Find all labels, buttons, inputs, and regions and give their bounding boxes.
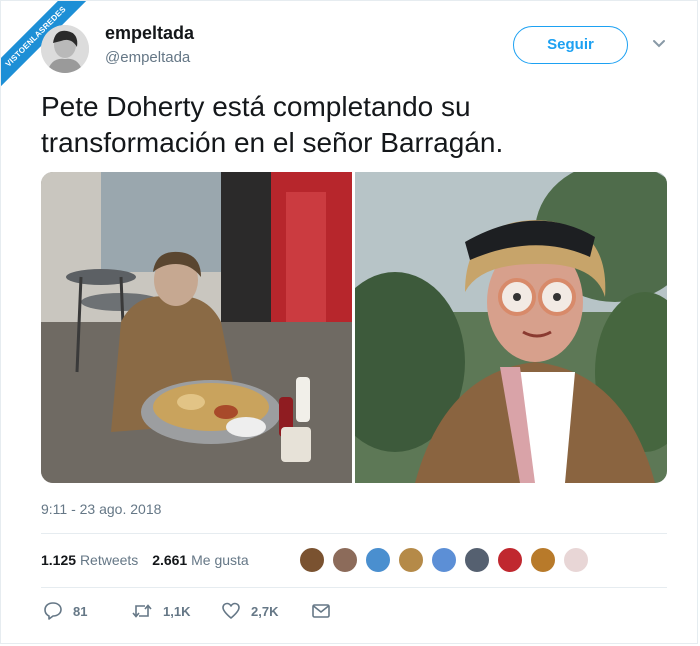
liker-avatar[interactable] xyxy=(431,547,457,573)
liker-avatar[interactable] xyxy=(299,547,325,573)
author-handle[interactable]: @empeltada xyxy=(105,49,190,66)
mail-icon xyxy=(312,604,330,618)
divider xyxy=(41,533,667,534)
author-name[interactable]: empeltada xyxy=(105,23,194,44)
retweet-icon xyxy=(132,604,152,618)
like-count: 2,7K xyxy=(251,603,279,619)
divider xyxy=(41,587,667,588)
like-action[interactable]: 2,7K xyxy=(221,601,278,621)
likes-label[interactable]: Me gusta xyxy=(191,552,249,568)
heart-icon xyxy=(222,602,240,619)
message-action[interactable] xyxy=(311,601,331,621)
reply-count: 81 xyxy=(73,603,88,619)
tweet-photo-right[interactable] xyxy=(355,172,667,483)
likes-count[interactable]: 2.661 xyxy=(152,552,187,568)
liker-avatar[interactable] xyxy=(365,547,391,573)
tweet-timestamp[interactable]: 9:11 - 23 ago. 2018 xyxy=(41,501,161,517)
liker-avatar[interactable] xyxy=(497,547,523,573)
avatar[interactable] xyxy=(41,25,89,73)
likers-avatars xyxy=(299,547,596,573)
liker-avatar[interactable] xyxy=(464,547,490,573)
retweets-count[interactable]: 1.125 xyxy=(41,552,76,568)
liker-avatar[interactable] xyxy=(398,547,424,573)
retweets-label[interactable]: Retweets xyxy=(80,552,138,568)
reply-icon xyxy=(44,602,62,620)
liker-avatar[interactable] xyxy=(332,547,358,573)
reply-action[interactable]: 81 xyxy=(43,601,87,621)
retweet-count: 1,1K xyxy=(163,603,191,619)
follow-button[interactable]: Seguir xyxy=(513,26,628,64)
tweet-card: VISTOENLASREDES empeltada @empeltada Seg… xyxy=(0,0,698,644)
tweet-photo-left[interactable] xyxy=(41,172,352,483)
chevron-down-icon[interactable] xyxy=(651,35,667,56)
liker-avatar[interactable] xyxy=(563,547,589,573)
tweet-text: Pete Doherty está completando su transfo… xyxy=(41,91,504,158)
engagement-stats: 1.125 Retweets 2.661 Me gusta xyxy=(41,552,249,568)
liker-avatar[interactable] xyxy=(530,547,556,573)
retweet-action[interactable]: 1,1K xyxy=(131,601,190,621)
